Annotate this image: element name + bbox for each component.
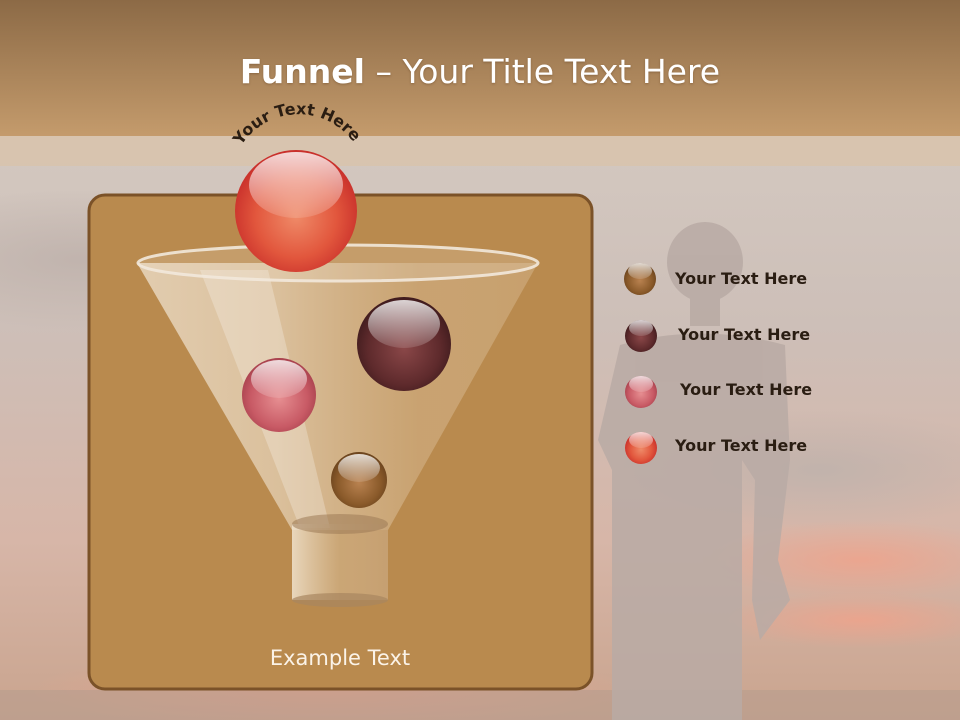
legend-label-1: Your Text Here: [675, 269, 808, 288]
funnel-spout-top: [292, 514, 388, 534]
legend-bullet-3: [625, 376, 657, 408]
legend-label-3: Your Text Here: [680, 380, 813, 399]
title-bold: Funnel: [239, 52, 365, 91]
legend-label-4: Your Text Here: [675, 436, 808, 455]
slide-title: Funnel – Your Title Text Here: [0, 52, 960, 91]
header-sub-band: [0, 136, 960, 166]
slide-canvas: Your Text Here: [0, 0, 960, 720]
ball-maroon: [357, 297, 451, 391]
background-ground: [0, 690, 960, 720]
ball-red-top: [235, 150, 357, 272]
example-text: Example Text: [269, 646, 411, 670]
legend-bullet-1: [624, 263, 656, 295]
funnel-spout-bottom: [292, 593, 388, 607]
title-rest: – Your Title Text Here: [364, 52, 721, 91]
ball-pink: [242, 358, 316, 432]
ball-brown: [331, 452, 387, 508]
legend-label-2: Your Text Here: [678, 325, 811, 344]
funnel-spout: [292, 524, 388, 600]
legend-bullet-4: [625, 432, 657, 464]
legend-bullet-2: [625, 320, 657, 352]
